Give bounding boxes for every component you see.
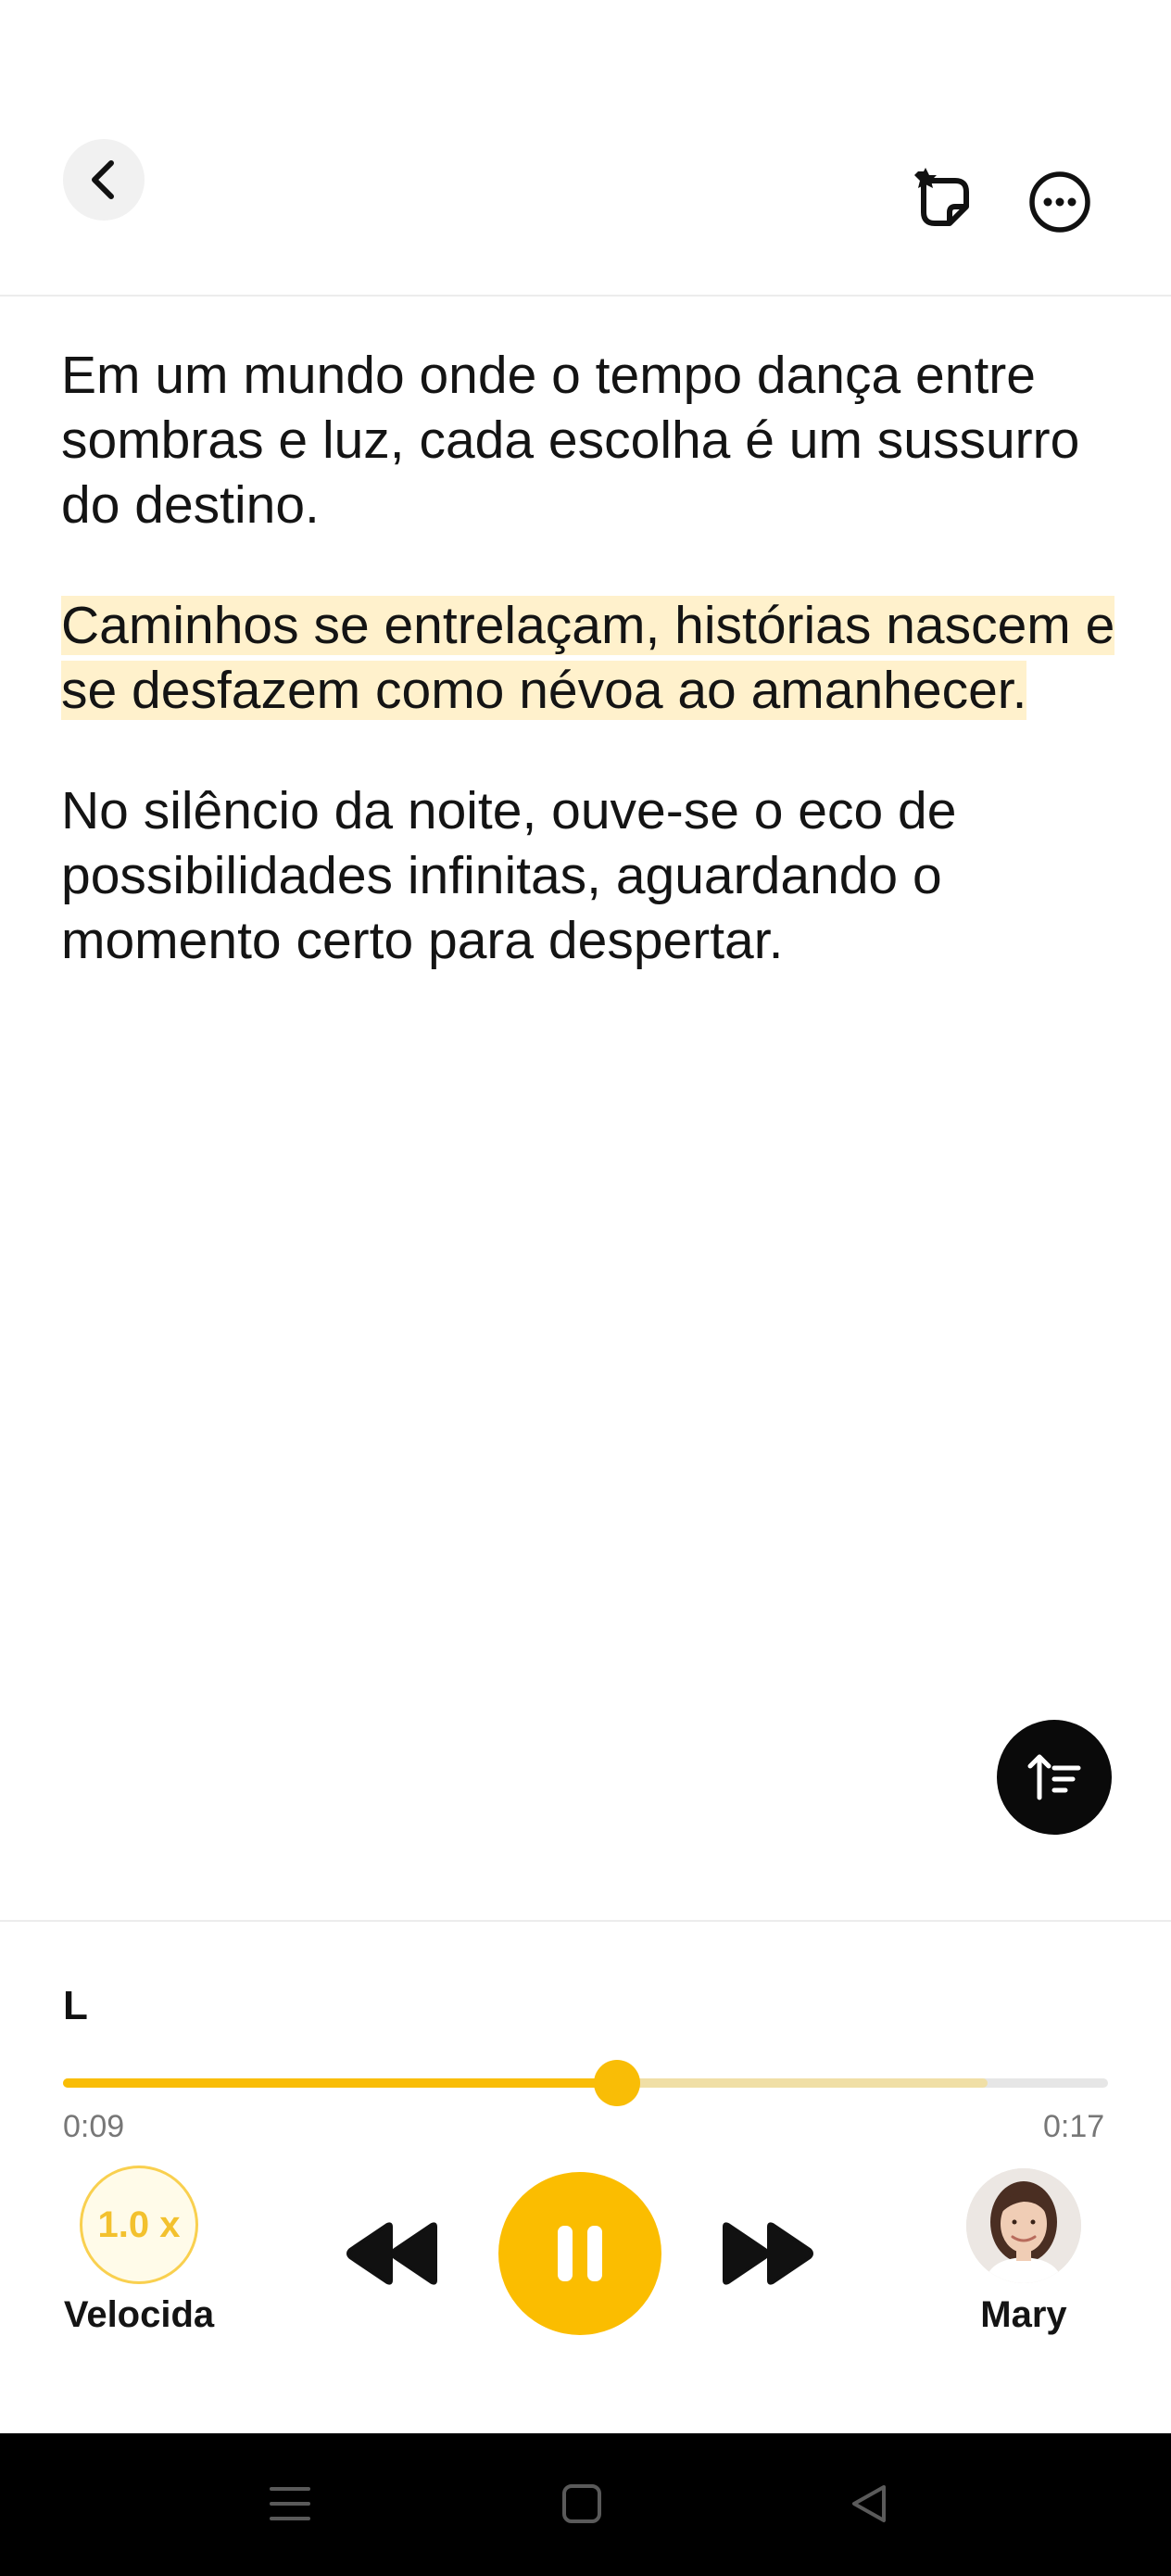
back-triangle-icon [852,2485,886,2522]
system-home-button[interactable] [552,2476,611,2532]
rewind-icon [346,2222,437,2285]
paragraph-1: Em um mundo onde o tempo dança entre som… [61,346,1080,535]
paragraph-3: No silêncio da noite, ouve-se o eco de p… [61,781,957,970]
player-divider [0,1920,1171,1922]
reading-content: Em um mundo onde o tempo dança entre som… [61,343,1127,1029]
sticker-add-icon [914,168,969,226]
rewind-button[interactable] [341,2211,445,2296]
highlighted-text: Caminhos se entrelaçam, histórias nascem… [61,596,1115,720]
current-time: 0:09 [63,2109,125,2144]
chevron-left-icon [92,160,114,199]
track-title: L [63,1983,88,2028]
speed-button[interactable]: 1.0 x [80,2166,198,2284]
voice-name: Mary [980,2294,1067,2335]
more-horizontal-icon [1029,171,1090,233]
forward-button[interactable] [715,2211,819,2296]
sort-fab-button[interactable] [997,1720,1112,1835]
progress-thumb[interactable] [594,2060,640,2106]
sticker-button[interactable] [908,163,982,237]
total-time: 0:17 [1043,2109,1105,2144]
header-divider [0,295,1171,297]
system-menu-button[interactable] [259,2476,321,2532]
back-button[interactable] [63,139,145,221]
more-options-button[interactable] [1023,165,1097,239]
progress-fill [63,2078,617,2088]
speed-label: Velocida [63,2294,215,2335]
pause-icon [558,2226,602,2281]
menu-icon [270,2487,310,2520]
fast-forward-icon [723,2222,813,2285]
sort-ascending-icon [1027,1754,1081,1800]
paragraph-2-highlighted[interactable]: Caminhos se entrelaçam, histórias nascem… [61,593,1127,723]
pause-button[interactable] [498,2172,661,2335]
avatar-image [966,2168,1081,2283]
voice-avatar[interactable] [966,2168,1081,2283]
system-back-button[interactable] [839,2476,899,2532]
home-square-icon [562,2484,601,2523]
